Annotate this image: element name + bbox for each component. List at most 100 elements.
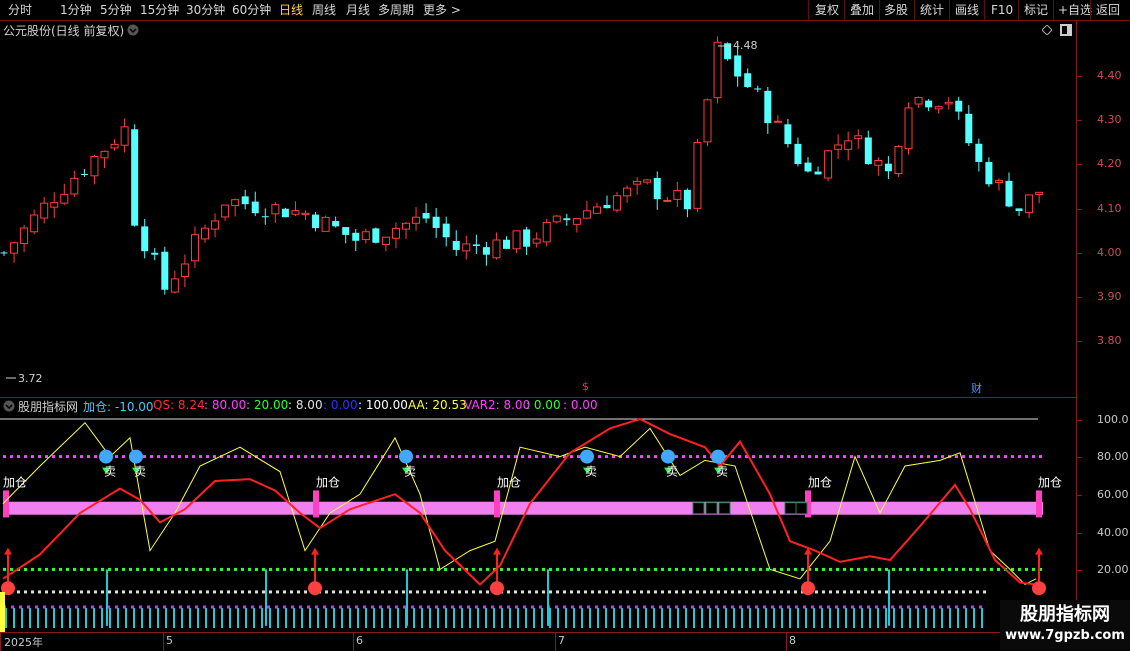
level-80-dot — [682, 455, 685, 459]
histogram-bar — [421, 608, 423, 628]
tab-monthly[interactable]: 月线 — [346, 2, 370, 18]
band-marker — [1036, 490, 1042, 518]
level-20-dot — [248, 567, 251, 571]
histogram-bar — [429, 608, 431, 628]
level-8-dot — [675, 590, 678, 594]
level-8-dot — [45, 590, 48, 594]
level-20-dot — [150, 567, 153, 571]
level-80-dot — [339, 455, 342, 459]
overlay-button[interactable]: 叠加 — [850, 2, 874, 18]
tab-1min[interactable]: 1分钟 — [60, 2, 92, 18]
level-20-dot — [143, 567, 146, 571]
candle-body — [10, 242, 19, 254]
restore-rights-button[interactable]: 复权 — [815, 2, 839, 18]
level-20-dot — [213, 567, 216, 571]
watermark-title: 股朋指标网 — [1020, 604, 1110, 625]
tab-multi-period[interactable]: 多周期 — [378, 2, 414, 18]
gear-icon[interactable] — [3, 400, 15, 412]
level-80-dot — [164, 455, 167, 459]
histogram-bar — [869, 608, 871, 628]
level-80-dot — [759, 455, 762, 459]
multi-stock-button[interactable]: 多股 — [884, 2, 908, 18]
level-8-dot — [787, 590, 790, 594]
candle-body — [180, 263, 189, 278]
draw-line-button[interactable]: 画线 — [955, 2, 979, 18]
candle-body — [1015, 208, 1023, 212]
level-80-dot — [157, 455, 160, 459]
level-20-dot — [227, 567, 230, 571]
tab-60min[interactable]: 60分钟 — [232, 2, 271, 18]
finance-marker[interactable]: 财 — [971, 380, 982, 396]
level-20-dot — [934, 567, 937, 571]
candle-body — [643, 179, 652, 183]
candle-body — [231, 199, 240, 207]
price-axis: 4.40 4.30 4.20 4.10 4.00 3.90 3.80 100.0… — [1076, 20, 1130, 632]
level-8-dot — [220, 590, 223, 594]
level-80-dot — [507, 455, 510, 459]
histogram-bar — [669, 608, 671, 628]
level-8-dot — [514, 590, 517, 594]
add-position-label: 加仓 — [316, 476, 340, 490]
level-8-dot — [696, 590, 699, 594]
up-arrow-icon — [311, 547, 319, 555]
histogram-bar — [477, 608, 479, 628]
level-20-dot — [192, 567, 195, 571]
more-menu-button[interactable]: 更多 > — [423, 2, 461, 18]
tab-fenshi[interactable]: 分时 — [8, 2, 32, 18]
level-80-dot — [542, 455, 545, 459]
histogram-bar — [229, 608, 231, 628]
tab-15min[interactable]: 15分钟 — [140, 2, 179, 18]
level-80-dot — [73, 455, 76, 459]
indicator-chart[interactable]: 加仓 加仓 加仓 加仓 加仓 卖 卖 卖 卖 卖 卖 — [0, 416, 1076, 632]
level-80-dot — [780, 455, 783, 459]
candle-body — [975, 143, 983, 162]
date-tick — [555, 633, 556, 651]
histogram-bar — [253, 608, 255, 628]
candle-body — [50, 202, 59, 208]
histogram-bar — [741, 608, 743, 628]
level-8-dot — [199, 590, 202, 594]
candle-body — [613, 195, 622, 211]
level-8-dot — [605, 590, 608, 594]
candle-body — [261, 216, 269, 218]
level-80-dot — [871, 455, 874, 459]
dollar-marker[interactable]: $ — [582, 380, 589, 393]
level-20-dot — [549, 567, 552, 571]
histogram-bar — [117, 608, 119, 628]
level-80-dot — [577, 455, 580, 459]
level-20-dot — [899, 567, 902, 571]
level-20-dot — [514, 567, 517, 571]
tab-daily[interactable]: 日线 — [279, 2, 303, 18]
histogram-bar — [397, 608, 399, 628]
back-button[interactable]: 返回 — [1096, 2, 1120, 18]
level-20-dot — [829, 567, 832, 571]
level-20-dot — [185, 567, 188, 571]
statistics-button[interactable]: 统计 — [920, 2, 944, 18]
buy-marker-icon — [1032, 581, 1046, 596]
candle-body — [170, 278, 179, 293]
f10-button[interactable]: F10 — [991, 2, 1013, 18]
level-80-dot — [794, 455, 797, 459]
tab-30min[interactable]: 30分钟 — [186, 2, 225, 18]
mark-button[interactable]: 标记 — [1024, 2, 1048, 18]
tab-weekly[interactable]: 周线 — [312, 2, 336, 18]
level-8-dot — [255, 590, 258, 594]
level-20-dot — [507, 567, 510, 571]
level-8-dot — [101, 590, 104, 594]
level-8-dot — [157, 590, 160, 594]
level-20-dot — [640, 567, 643, 571]
indicator-value: AA: 20.53 — [408, 398, 467, 412]
level-20-dot — [521, 567, 524, 571]
level-20-dot — [304, 567, 307, 571]
signal-bar — [888, 569, 890, 626]
histogram-bar — [813, 608, 815, 628]
candlestick-panel[interactable]: 公元股份(日线 前复权) 4.48 3.72 $ 财 — [0, 20, 1076, 398]
add-watchlist-button[interactable]: +自选 — [1058, 2, 1092, 18]
sell-label: 卖 — [585, 464, 597, 478]
tab-5min[interactable]: 5分钟 — [100, 2, 132, 18]
indicator-name[interactable]: 股朋指标网 — [18, 398, 78, 415]
indicator-value: VAR2: 8.00 — [464, 398, 531, 412]
level-20-dot — [297, 567, 300, 571]
level-80-dot — [1039, 455, 1042, 459]
histogram-bar — [717, 608, 719, 628]
